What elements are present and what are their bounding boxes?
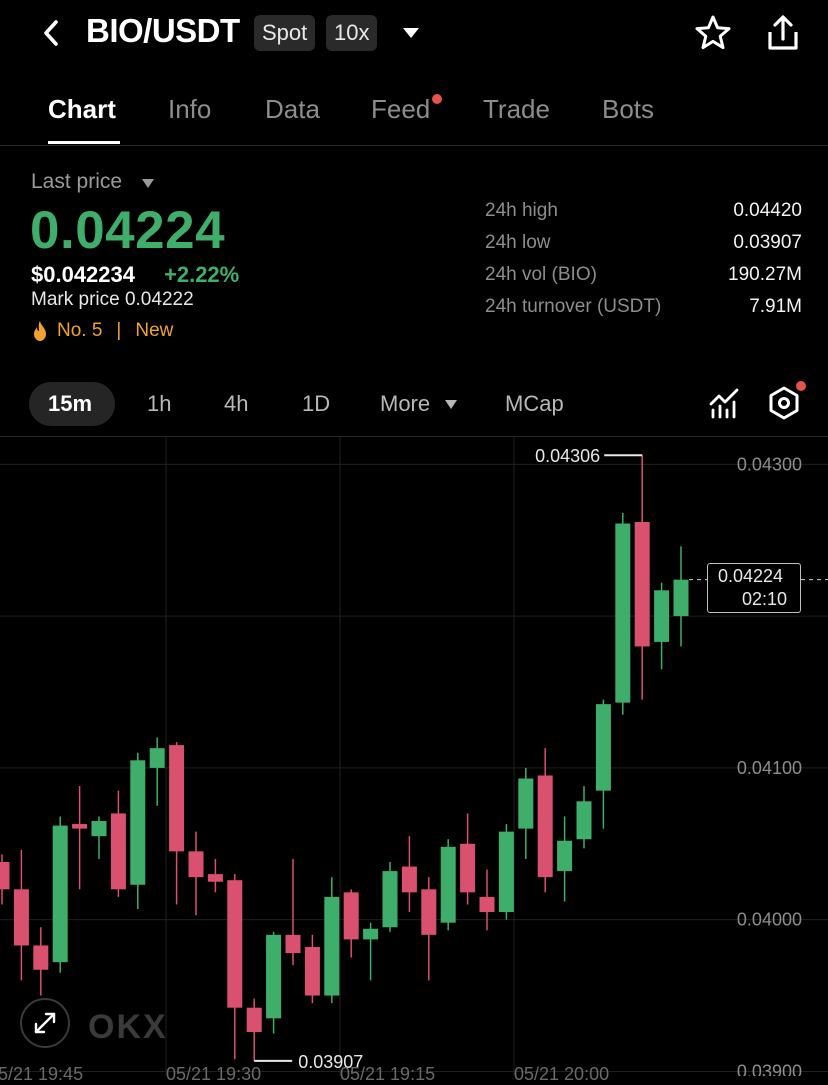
candle-body xyxy=(343,892,359,940)
candle-body xyxy=(169,745,185,852)
time-axis-label: 05/21 19:30 xyxy=(166,1064,262,1084)
candle-body xyxy=(673,579,689,617)
candle-body xyxy=(576,801,592,840)
candle-body xyxy=(207,874,223,882)
candle-body xyxy=(615,523,631,703)
separator: | xyxy=(116,320,122,341)
time-axis-label: 5/21 19:45 xyxy=(0,1064,84,1084)
tab-chart[interactable]: Chart xyxy=(48,94,116,125)
candle-body xyxy=(13,889,29,946)
tab-trade[interactable]: Trade xyxy=(483,94,550,125)
timeframe-15m[interactable]: 15m xyxy=(48,391,92,417)
candle-body xyxy=(130,760,146,885)
candle-body xyxy=(110,813,126,890)
candle-countdown: 02:10 xyxy=(742,589,788,609)
candle-body xyxy=(324,896,340,996)
candle-body xyxy=(479,896,495,913)
chart-grid xyxy=(0,437,828,1076)
rank-row[interactable]: No. 5 | New xyxy=(31,320,173,342)
stat-value-24h-vol: 190.27M xyxy=(728,264,802,285)
share-icon[interactable] xyxy=(762,12,804,54)
candle-body xyxy=(304,946,320,996)
new-tag: New xyxy=(135,320,174,341)
candle-body xyxy=(595,704,611,791)
indicator-icon[interactable] xyxy=(708,386,740,420)
candle-body xyxy=(149,748,165,768)
spot-badge: Spot xyxy=(254,15,316,51)
candle-body xyxy=(52,825,68,963)
candle-body xyxy=(266,934,282,1019)
timeframe-more[interactable]: More xyxy=(380,391,430,417)
candle-body xyxy=(518,778,534,829)
candle-body xyxy=(33,945,49,970)
candlestick-chart[interactable]: 0.043000.041000.040000.039000.043060.039… xyxy=(0,437,828,1076)
stat-label-24h-vol: 24h vol (BIO) xyxy=(485,264,597,285)
active-tab-indicator xyxy=(48,141,120,144)
stat-label-24h-high: 24h high xyxy=(485,200,558,221)
settings-icon[interactable] xyxy=(766,384,802,422)
time-axis-label: 05/21 19:15 xyxy=(340,1064,436,1084)
tab-data[interactable]: Data xyxy=(265,94,320,125)
candle-body xyxy=(440,846,456,923)
candle-body xyxy=(91,821,107,837)
timeframe-1d[interactable]: 1D xyxy=(302,391,330,417)
candle-body xyxy=(421,889,437,935)
candle-body xyxy=(72,824,88,829)
y-tick-label: 0.03900 xyxy=(737,1061,802,1076)
star-icon[interactable] xyxy=(692,12,734,54)
y-tick-label: 0.04300 xyxy=(737,454,802,474)
expand-icon xyxy=(34,1012,56,1034)
candle-body xyxy=(285,934,301,954)
candle-body xyxy=(188,851,204,878)
last-price-label[interactable]: Last price xyxy=(31,170,122,194)
pair-title[interactable]: BIO/USDT xyxy=(86,12,240,50)
leverage-badge: 10x xyxy=(326,15,378,51)
timeframe-mcap[interactable]: MCap xyxy=(505,391,564,417)
settings-notification-dot xyxy=(796,381,806,391)
candle-body xyxy=(0,861,10,890)
candle-body xyxy=(227,880,243,1008)
timeframe-1h[interactable]: 1h xyxy=(147,391,171,417)
candle-body xyxy=(363,928,379,940)
peak-price-label: 0.04306 xyxy=(535,446,600,466)
mark-price: Mark price 0.04222 xyxy=(31,289,194,310)
candle-body xyxy=(537,775,553,878)
tab-bots[interactable]: Bots xyxy=(602,94,654,125)
candle-body xyxy=(246,1007,262,1032)
time-axis-label: 05/21 20:00 xyxy=(514,1064,610,1084)
dropdown-icon[interactable] xyxy=(400,24,422,42)
candle-body xyxy=(401,866,417,893)
price-change: +2.22% xyxy=(164,262,240,287)
candle-body xyxy=(634,521,650,647)
rank-label: No. 5 xyxy=(57,320,103,341)
candle-body xyxy=(498,831,514,913)
feed-notification-dot xyxy=(432,94,442,104)
caret-down-icon[interactable] xyxy=(444,399,458,410)
caret-down-icon[interactable] xyxy=(141,178,155,189)
candle-body xyxy=(460,843,476,893)
okx-watermark: OKX xyxy=(88,1008,168,1046)
timeframe-4h[interactable]: 4h xyxy=(224,391,248,417)
stat-value-24h-turnover: 7.91M xyxy=(749,296,802,317)
stat-label-24h-low: 24h low xyxy=(485,232,551,253)
y-tick-label: 0.04000 xyxy=(737,910,802,930)
last-price: 0.04224 xyxy=(30,201,226,260)
candles xyxy=(0,455,689,1061)
current-price-label: 0.04224 xyxy=(718,566,784,586)
y-tick-label: 0.04100 xyxy=(737,758,802,778)
tabs-divider xyxy=(0,145,828,146)
usd-price: $0.042234 xyxy=(31,262,135,287)
stat-value-24h-high: 0.04420 xyxy=(733,200,802,221)
back-icon[interactable] xyxy=(36,16,68,50)
fire-icon xyxy=(34,321,46,341)
tab-info[interactable]: Info xyxy=(168,94,211,125)
candle-body xyxy=(557,840,573,872)
expand-button[interactable] xyxy=(20,998,70,1048)
tab-feed[interactable]: Feed xyxy=(371,94,430,125)
candle-body xyxy=(654,590,670,642)
stat-value-24h-low: 0.03907 xyxy=(733,232,802,253)
stat-label-24h-turnover: 24h turnover (USDT) xyxy=(485,296,662,317)
candle-body xyxy=(382,871,398,928)
